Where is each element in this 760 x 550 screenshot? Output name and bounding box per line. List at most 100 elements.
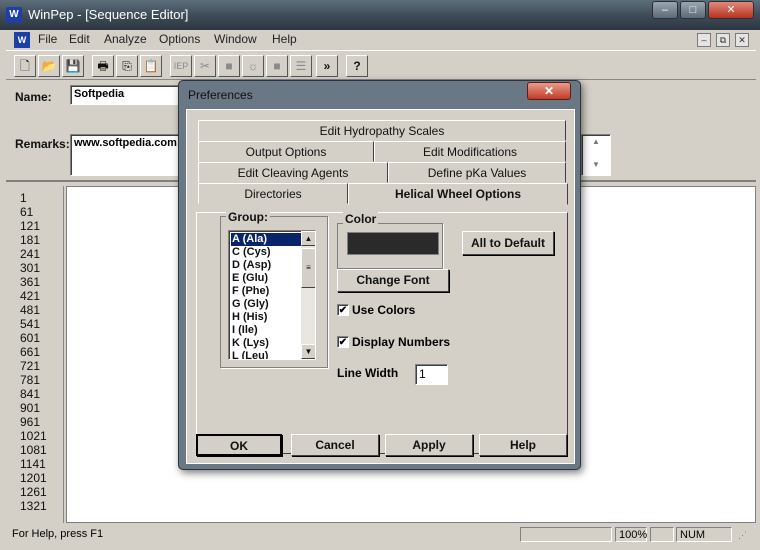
new-file-icon[interactable]: 🗋 xyxy=(14,55,36,77)
status-bar: For Help, press F1 100% NUM ⋰ xyxy=(6,525,756,545)
line-width-label: Line Width xyxy=(337,366,399,380)
all-to-default-button[interactable]: All to Default xyxy=(462,231,554,255)
use-colors-label[interactable]: Use Colors xyxy=(352,303,415,317)
scroll-up-icon[interactable]: ▲ xyxy=(301,231,315,246)
status-cell-empty xyxy=(520,527,612,542)
iep-icon[interactable]: IEP xyxy=(170,55,192,77)
winpep-app-icon[interactable]: W xyxy=(6,7,22,23)
open-folder-icon[interactable]: 📂 xyxy=(38,55,60,77)
listbox-scrollbar[interactable]: ▲ ≡ ▼ xyxy=(301,231,315,359)
line-number: 421 xyxy=(20,289,41,303)
dialog-close-button[interactable]: ✕ xyxy=(527,82,571,100)
menu-file[interactable]: File xyxy=(38,32,57,46)
copy-icon[interactable]: ⎘ xyxy=(116,55,138,77)
dialog-title: Preferences xyxy=(188,88,253,102)
help-icon[interactable]: ? xyxy=(346,55,368,77)
close-button[interactable]: ✕ xyxy=(708,1,754,19)
menu-options[interactable]: Options xyxy=(159,32,200,46)
line-number: 181 xyxy=(20,233,41,247)
display-numbers-checkbox[interactable]: ✔ xyxy=(337,336,349,348)
list-item[interactable]: D (Asp) xyxy=(231,259,301,272)
line-number: 601 xyxy=(20,331,41,345)
mdi-restore-button[interactable]: ⧉ xyxy=(716,33,730,47)
lines-icon[interactable]: ☰ xyxy=(290,55,312,77)
change-font-button[interactable]: Change Font xyxy=(337,269,449,292)
list-item[interactable]: G (Gly) xyxy=(231,298,301,311)
window-title: WinPep - [Sequence Editor] xyxy=(28,7,189,22)
line-number: 961 xyxy=(20,415,41,429)
mdi-close-button[interactable]: ✕ xyxy=(735,33,749,47)
line-number: 841 xyxy=(20,387,41,401)
sun-icon[interactable]: ☼ xyxy=(242,55,264,77)
line-number: 721 xyxy=(20,359,41,373)
line-width-input[interactable]: 1 xyxy=(415,364,448,385)
apply-button[interactable]: Apply xyxy=(385,434,473,456)
line-number: 541 xyxy=(20,317,41,331)
line-number: 901 xyxy=(20,401,41,415)
stop-icon[interactable]: ■ xyxy=(218,55,240,77)
cut-icon[interactable]: ✂ xyxy=(194,55,216,77)
menu-edit[interactable]: Edit xyxy=(69,32,90,46)
scroll-thumb[interactable]: ≡ xyxy=(301,248,315,288)
tab-edit-hydropathy-scales[interactable]: Edit Hydropathy Scales xyxy=(198,120,566,141)
scroll-up-icon[interactable]: ▲ xyxy=(582,137,610,146)
line-number: 61 xyxy=(20,205,34,219)
line-number: 1141 xyxy=(20,457,46,471)
resize-grip-icon[interactable]: ⋰ xyxy=(738,530,752,542)
cancel-button[interactable]: Cancel xyxy=(291,434,379,456)
list-item[interactable]: I (Ile) xyxy=(231,324,301,337)
save-icon[interactable]: 💾 xyxy=(62,55,84,77)
line-number: 241 xyxy=(20,247,41,261)
maximize-button[interactable]: □ xyxy=(680,1,706,19)
line-number: 661 xyxy=(20,345,41,359)
line-number: 1021 xyxy=(20,429,47,443)
ok-button[interactable]: OK xyxy=(196,434,282,456)
menu-bar: W File Edit Analyze Options Window Help … xyxy=(6,30,756,50)
scroll-down-icon[interactable]: ▼ xyxy=(582,160,610,169)
scroll-down-icon[interactable]: ▼ xyxy=(301,344,315,359)
line-number-gutter: 1 61 121 181 241 301 361 421 481 541 601… xyxy=(6,186,64,523)
minimize-button[interactable]: – xyxy=(652,1,678,19)
color-label: Color xyxy=(343,212,379,226)
title-bar[interactable]: W WinPep - [Sequence Editor] – □ ✕ xyxy=(0,0,760,30)
preferences-dialog: Preferences ✕ Edit Hydropathy Scales Out… xyxy=(178,80,581,470)
menu-help[interactable]: Help xyxy=(272,32,297,46)
group-label: Group: xyxy=(226,210,270,224)
square-icon[interactable]: ■ xyxy=(266,55,288,77)
list-item[interactable]: L (Leu) xyxy=(231,350,301,359)
print-icon[interactable]: 🖶 xyxy=(92,55,114,77)
mdi-minimize-button[interactable]: – xyxy=(697,33,711,47)
remarks-scrollbar[interactable]: ▲ ▼ xyxy=(581,134,611,176)
menu-analyze[interactable]: Analyze xyxy=(104,32,147,46)
remarks-field[interactable]: www.softpedia.com xyxy=(70,134,180,176)
tab-define-pka-values[interactable]: Define pKa Values xyxy=(388,162,566,183)
line-number: 781 xyxy=(20,373,41,387)
line-number: 1 xyxy=(20,191,27,205)
display-numbers-label[interactable]: Display Numbers xyxy=(352,335,450,349)
document-icon[interactable]: W xyxy=(14,32,30,48)
tab-edit-cleaving-agents[interactable]: Edit Cleaving Agents xyxy=(198,162,388,183)
forward-icon[interactable]: » xyxy=(316,55,338,77)
status-cell-empty-2 xyxy=(650,527,674,542)
remarks-label: Remarks: xyxy=(15,137,70,151)
tab-output-options[interactable]: Output Options xyxy=(198,141,374,162)
list-item[interactable]: C (Cys) xyxy=(231,246,301,259)
line-number: 1201 xyxy=(20,471,47,485)
tab-edit-modifications[interactable]: Edit Modifications xyxy=(374,141,566,162)
paste-icon[interactable]: 📋 xyxy=(140,55,162,77)
list-item[interactable]: H (His) xyxy=(231,311,301,324)
tab-helical-wheel-options[interactable]: Helical Wheel Options xyxy=(348,183,568,205)
group-listbox[interactable]: A (Ala) C (Cys) D (Asp) E (Glu) F (Phe) … xyxy=(228,230,316,360)
line-number: 1261 xyxy=(20,485,47,499)
help-button[interactable]: Help xyxy=(479,434,567,456)
use-colors-checkbox[interactable]: ✔ xyxy=(337,304,349,316)
menu-window[interactable]: Window xyxy=(214,32,257,46)
line-number: 361 xyxy=(20,275,41,289)
list-item[interactable]: A (Ala) xyxy=(231,233,301,246)
status-help-text: For Help, press F1 xyxy=(12,528,104,540)
color-swatch[interactable] xyxy=(347,232,439,255)
list-item[interactable]: F (Phe) xyxy=(231,285,301,298)
list-item[interactable]: K (Lys) xyxy=(231,337,301,350)
tab-directories[interactable]: Directories xyxy=(198,183,348,204)
list-item[interactable]: E (Glu) xyxy=(231,272,301,285)
